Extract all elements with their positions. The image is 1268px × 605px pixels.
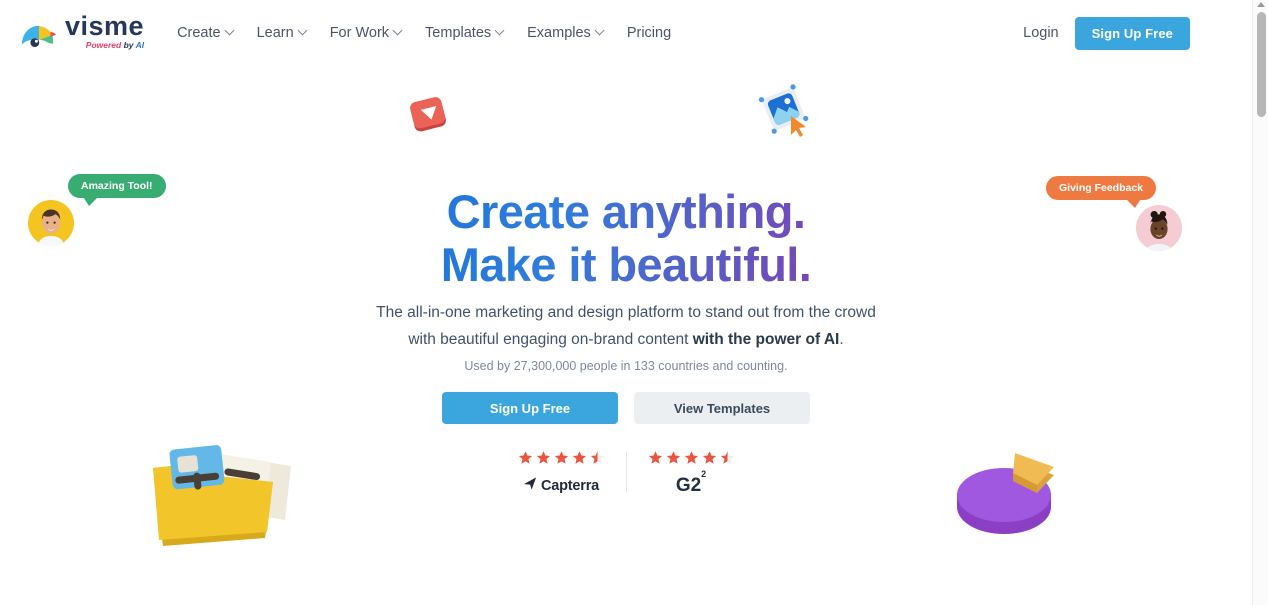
g2-superscript: 2 [701, 468, 707, 479]
star-half-icon [720, 450, 735, 465]
visme-logo-icon [20, 22, 58, 52]
headline-line-2: Make it beautiful. [440, 237, 812, 291]
chevron-down-icon [394, 27, 402, 35]
capterra-star-rating [518, 450, 605, 465]
nav-label: Learn [256, 25, 294, 41]
nav-item-templates[interactable]: Templates [414, 17, 515, 49]
headline-line-1: Create anything. [446, 185, 806, 238]
visme-landing-page: visme Powered by AI Create Learn For Wor… [0, 0, 1268, 605]
star-full-icon [666, 450, 681, 465]
nav-label: Create [177, 25, 221, 41]
star-full-icon [684, 450, 699, 465]
video-play-3d-icon [405, 90, 453, 138]
login-link[interactable]: Login [1023, 25, 1058, 41]
header-actions: Login Sign Up Free [1023, 16, 1190, 50]
subtitle-line-1: The all-in-one marketing and design plat… [376, 304, 876, 321]
usage-stat-text: Used by 27,300,000 people in 133 countri… [464, 359, 788, 373]
scrollbar-thumb[interactable] [1256, 12, 1266, 117]
g2-brand: G22 [675, 469, 706, 496]
star-full-icon [648, 450, 663, 465]
star-half-icon [590, 450, 605, 465]
ratings-row: Capterra G22 [0, 450, 1252, 496]
site-header: visme Powered by AI Create Learn For Wor… [0, 0, 1252, 66]
chevron-down-icon [299, 27, 307, 35]
nav-label: Pricing [626, 25, 672, 41]
chevron-down-icon [596, 27, 604, 35]
scroll-up-arrow-icon[interactable] [1257, 2, 1265, 7]
subtitle-line-2-suffix: . [839, 330, 844, 348]
capterra-paper-plane-icon [523, 476, 538, 496]
capterra-label: Capterra [540, 478, 600, 494]
star-full-icon [702, 450, 717, 465]
nav-item-pricing[interactable]: Pricing [616, 17, 682, 49]
visme-logo-wordmark: visme [65, 10, 145, 41]
nav-label: For Work [329, 25, 390, 41]
star-full-icon [518, 450, 533, 465]
rating-card-capterra[interactable]: Capterra [509, 450, 614, 496]
g2-star-rating [648, 450, 735, 465]
visme-logo-tagline: Powered by AI [85, 40, 145, 51]
star-full-icon [536, 450, 551, 465]
star-full-icon [554, 450, 569, 465]
hero-headline: Create anything. Make it beautiful. [0, 186, 1252, 291]
hero-cta-row: Sign Up Free View Templates [0, 392, 1252, 424]
signup-free-button-header[interactable]: Sign Up Free [1074, 16, 1190, 50]
star-full-icon [572, 450, 587, 465]
nav-item-for-work[interactable]: For Work [319, 17, 413, 49]
rating-card-g2[interactable]: G22 [639, 450, 744, 496]
g2-logo-icon: G22 [675, 469, 706, 496]
view-templates-button[interactable]: View Templates [634, 392, 810, 424]
hero-section: Amazing Tool! Giving Feedback [0, 0, 1252, 605]
main-navigation: Create Learn For Work Templates Examples… [166, 17, 682, 49]
nav-item-learn[interactable]: Learn [246, 17, 318, 49]
subtitle-line-2-bold: with the power of AI [692, 330, 840, 348]
image-select-3d-icon [755, 84, 813, 142]
subtitle-line-2-prefix: with beautiful engaging on-brand content [408, 330, 693, 348]
nav-item-examples[interactable]: Examples [516, 17, 615, 49]
capterra-brand: Capterra [523, 476, 599, 496]
nav-item-create[interactable]: Create [166, 17, 245, 49]
chevron-down-icon [496, 27, 504, 35]
nav-label: Templates [425, 25, 492, 41]
visme-logo[interactable]: visme Powered by AI [20, 10, 145, 53]
hero-subtitle: The all-in-one marketing and design plat… [0, 300, 1252, 353]
chevron-down-icon [226, 27, 234, 35]
page-scrollbar[interactable] [1252, 0, 1268, 605]
signup-free-button-hero[interactable]: Sign Up Free [442, 392, 618, 424]
nav-label: Examples [527, 25, 591, 41]
g2-letter: G2 [675, 475, 702, 496]
ratings-divider [625, 452, 627, 492]
